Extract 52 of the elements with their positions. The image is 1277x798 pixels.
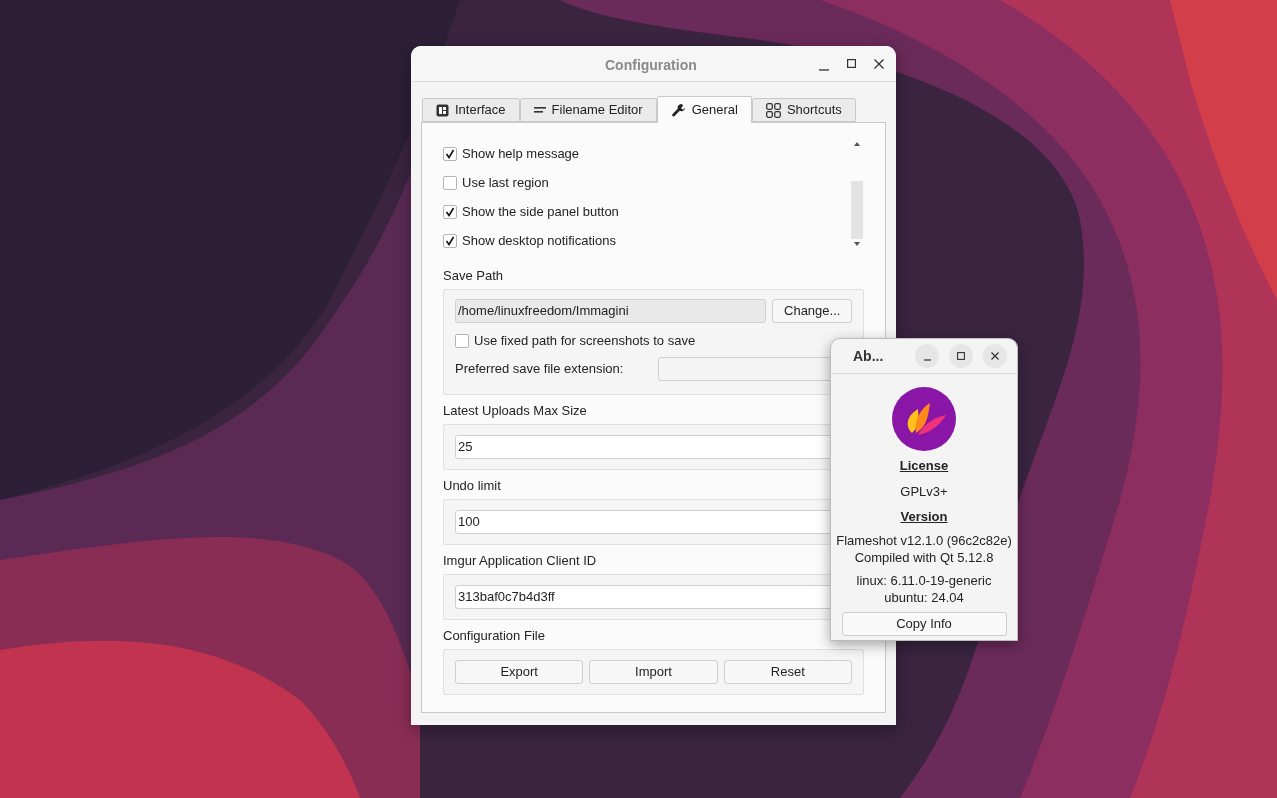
checkbox[interactable] xyxy=(443,146,457,161)
section-label: Save Path xyxy=(443,267,504,286)
maximize-button[interactable] xyxy=(949,344,973,368)
license-text: GPLv3+ xyxy=(900,482,948,501)
close-icon xyxy=(991,352,999,360)
field-label: Preferred save file extension: xyxy=(455,360,625,379)
change-button[interactable]: Change... xyxy=(772,299,852,323)
lines-icon xyxy=(533,107,546,113)
system-text: ubuntu: 24.04 xyxy=(884,588,964,606)
close-icon[interactable] xyxy=(874,58,884,69)
close-button[interactable] xyxy=(983,344,1007,368)
maximize-icon[interactable] xyxy=(847,59,856,68)
scrollbar-thumb[interactable] xyxy=(851,181,863,239)
check-icon xyxy=(445,206,455,217)
config-button[interactable]: Import xyxy=(589,660,718,684)
section-label: Configuration File xyxy=(443,627,546,646)
copy-info-button[interactable]: Copy Info xyxy=(841,611,1007,636)
check-icon xyxy=(445,148,455,159)
checkbox[interactable] xyxy=(443,204,457,219)
check-icon xyxy=(445,235,455,246)
flame-logo-icon xyxy=(892,387,956,451)
tab[interactable]: General xyxy=(656,96,752,123)
tab[interactable]: Shortcuts xyxy=(751,98,856,122)
maximize-icon xyxy=(957,352,965,360)
grid-icon xyxy=(765,102,781,118)
checkbox-label: Show help message xyxy=(462,144,580,163)
checkbox[interactable] xyxy=(443,175,457,190)
config-button[interactable]: Reset xyxy=(723,660,852,684)
minimize-icon[interactable] xyxy=(819,68,829,71)
window-title: Configuration xyxy=(605,56,697,75)
system-text: linux: 6.11.0-19-generic xyxy=(856,571,992,589)
checkbox-label: Use fixed path for screenshots to save xyxy=(474,332,696,351)
section-label: Undo limit xyxy=(443,477,502,496)
minimize-button[interactable] xyxy=(915,344,939,368)
license-heading: License xyxy=(899,457,949,475)
version-text: Flameshot v12.1.0 (96c2c82e) xyxy=(836,531,1012,549)
panel-icon xyxy=(436,103,449,117)
checkbox-label: Use last region xyxy=(462,173,549,192)
window-title: Ab... xyxy=(853,346,884,366)
checkbox[interactable] xyxy=(455,334,469,348)
section-label: Latest Uploads Max Size xyxy=(443,402,588,421)
version-text: Compiled with Qt 5.12.8 xyxy=(854,548,994,566)
config-button[interactable]: Export xyxy=(455,660,584,684)
path-field[interactable]: /home/linuxfreedom/Immagini xyxy=(455,299,767,323)
tab[interactable]: Filename Editor xyxy=(519,98,657,122)
minimize-icon xyxy=(923,359,931,361)
checkbox-label: Show the side panel button xyxy=(462,202,619,221)
tab[interactable]: Interface xyxy=(422,98,520,122)
version-heading: Version xyxy=(900,508,948,526)
checkbox-label: Show desktop notifications xyxy=(462,231,616,250)
checkbox[interactable] xyxy=(443,233,457,248)
wrench-icon xyxy=(670,102,686,118)
